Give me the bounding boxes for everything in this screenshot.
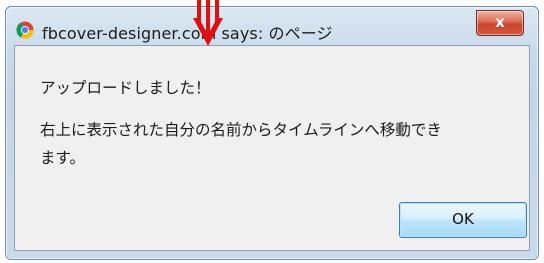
red-arrow-annotation-icon bbox=[193, 0, 223, 46]
message-line-2: 右上に表示された自分の名前からタイムラインへ移動でき bbox=[40, 121, 442, 139]
ok-button[interactable]: OK bbox=[399, 202, 527, 238]
screenshot-root: fbcover-designer.com says: のページ x アップロード… bbox=[0, 0, 544, 263]
message-line-1: アップロードしました！ bbox=[40, 79, 211, 97]
dialog-body: アップロードしました！ 右上に表示された自分の名前からタイムラインへ移動でき ま… bbox=[14, 45, 530, 251]
alert-dialog: fbcover-designer.com says: のページ x アップロード… bbox=[5, 6, 539, 260]
close-button[interactable]: x bbox=[476, 10, 524, 36]
chrome-icon bbox=[16, 21, 34, 39]
message-line-3: ます。 bbox=[40, 149, 85, 167]
dialog-titlebar[interactable]: fbcover-designer.com says: のページ x bbox=[6, 7, 538, 45]
dialog-title: fbcover-designer.com says: のページ bbox=[42, 24, 333, 43]
